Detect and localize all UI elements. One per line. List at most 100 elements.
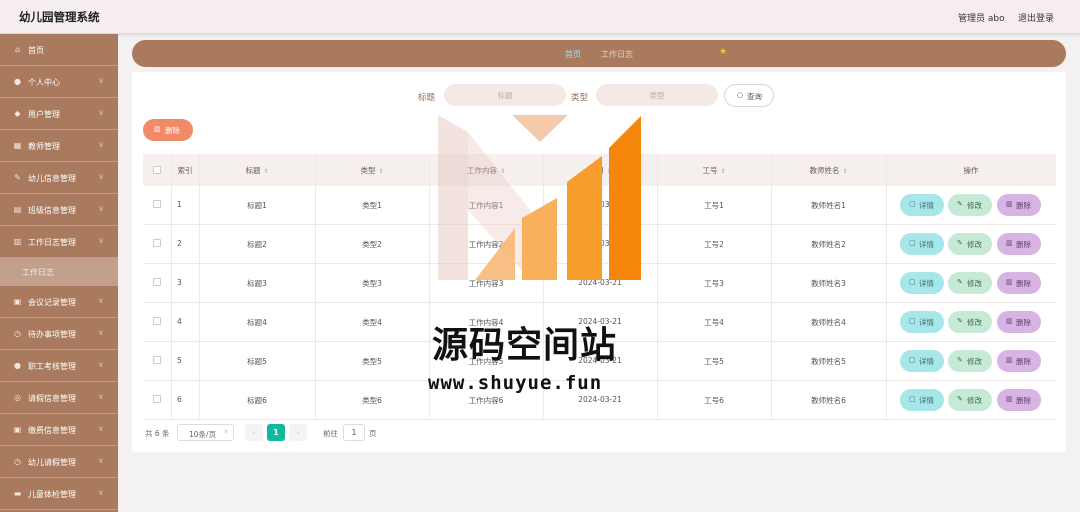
detail-button-label: 详情 (919, 396, 934, 405)
trash-icon: ▥ (1006, 200, 1013, 208)
detail-button-label: 详情 (919, 240, 934, 249)
sidebar-item[interactable]: ● 职工考核管理 ∨ (0, 350, 118, 382)
delete-button[interactable]: ▥ 删除 (997, 194, 1041, 216)
chevron-down-icon: ∨ (98, 424, 104, 433)
chevron-down-icon: ∨ (98, 360, 104, 369)
detail-button[interactable]: ▢ 详情 (900, 233, 944, 255)
delete-button[interactable]: ▥ 删除 (997, 311, 1041, 333)
table-cell-value: 教师姓名5 (811, 357, 846, 366)
sidebar-item[interactable]: ▣ 缴费信息管理 ∨ (0, 414, 118, 446)
sidebar-item[interactable]: ◷ 幼儿请假管理 ∨ (0, 446, 118, 478)
sidebar-item[interactable]: ● 个人中心 ∨ (0, 66, 118, 98)
select-all-checkbox[interactable] (153, 166, 161, 174)
search-icon: ○ (737, 91, 744, 99)
column-header[interactable]: 日期 ⇕ (543, 154, 657, 186)
table-cell-value: 教师姓名6 (811, 396, 846, 405)
search-title-input[interactable] (444, 84, 566, 106)
table-cell-value: 类型6 (362, 396, 382, 405)
edit-button[interactable]: ✎ 修改 (948, 272, 992, 294)
table-cell: 教师姓名6 (771, 381, 886, 419)
table-cell-value: 教师姓名1 (811, 201, 846, 210)
column-header-label: 工作内容 (466, 166, 497, 175)
prev-page-button[interactable]: ‹ (245, 424, 263, 441)
sidebar-subitem-active[interactable]: 工作日志 (0, 258, 118, 286)
row-checkbox[interactable] (153, 356, 161, 364)
table-cell-value: 标题3 (247, 279, 267, 288)
wallet-icon: ▣ (13, 425, 22, 434)
column-header[interactable]: 类型 ⇕ (315, 154, 429, 186)
sort-icon[interactable]: ⇕ (842, 168, 847, 175)
column-header[interactable]: 工号 ⇕ (657, 154, 771, 186)
row-checkbox[interactable] (153, 395, 161, 403)
sidebar-item[interactable]: ✎ 幼儿信息管理 ∨ (0, 162, 118, 194)
chart-icon: ▥ (13, 237, 22, 246)
table-cell-value: 标题4 (247, 318, 267, 327)
table-cell: 工号4 (657, 303, 771, 341)
edit-icon: ✎ (957, 317, 963, 325)
table-row: 1 标题1 类型1 工作内容1 2024-03-21 工号1 教师姓名1 ▢ 详情 ✎ 修改 ▥ 删除 (143, 186, 1056, 225)
table-cell: 类型6 (315, 381, 429, 419)
table-cell: 教师姓名2 (771, 225, 886, 263)
delete-button[interactable]: ▥ 删除 (997, 350, 1041, 372)
table-cell-value: 工号4 (704, 318, 724, 327)
edit-button-label: 修改 (967, 396, 982, 405)
detail-button[interactable]: ▢ 详情 (900, 311, 944, 333)
column-header[interactable]: 教师姓名 ⇕ (771, 154, 886, 186)
edit-button[interactable]: ✎ 修改 (948, 389, 992, 411)
breadcrumb-home[interactable]: 首页 (565, 49, 581, 60)
search-type-input[interactable] (596, 84, 718, 106)
sidebar-item[interactable]: ▤ 班级信息管理 ∨ (0, 194, 118, 226)
detail-button[interactable]: ▢ 详情 (900, 350, 944, 372)
column-header-label: 教师姓名 (809, 166, 840, 175)
sidebar-subitem-label: 工作日志 (22, 268, 54, 277)
delete-button-label: 删除 (1016, 201, 1031, 210)
table-cell-value: 标题1 (247, 201, 267, 210)
row-checkbox[interactable] (153, 317, 161, 325)
sort-icon[interactable]: ⇕ (606, 168, 611, 175)
edit-button-label: 修改 (967, 357, 982, 366)
next-page-button[interactable]: › (289, 424, 307, 441)
detail-icon: ▢ (909, 200, 916, 208)
detail-button[interactable]: ▢ 详情 (900, 272, 944, 294)
edit-button[interactable]: ✎ 修改 (948, 194, 992, 216)
delete-button[interactable]: ▥ 删除 (997, 389, 1041, 411)
row-checkbox[interactable] (153, 200, 161, 208)
sort-icon[interactable]: ⇕ (263, 168, 268, 175)
sidebar-item[interactable]: ◆ 用户管理 ∨ (0, 98, 118, 130)
search-button[interactable]: ○ 查询 (724, 84, 774, 107)
detail-button[interactable]: ▢ 详情 (900, 194, 944, 216)
sidebar-item[interactable]: ◷ 待办事项管理 ∨ (0, 318, 118, 350)
sidebar-item[interactable]: ▬ 儿童体检管理 ∨ (0, 478, 118, 510)
page-number-current[interactable]: 1 (267, 424, 285, 441)
goto-page-input[interactable] (343, 424, 365, 441)
column-header[interactable]: 工作内容 ⇕ (429, 154, 543, 186)
chevron-down-icon: ∨ (98, 488, 104, 497)
sort-icon[interactable]: ⇕ (720, 168, 725, 175)
sidebar-item[interactable]: ▥ 工作日志管理 ∨ (0, 226, 118, 258)
row-checkbox[interactable] (153, 239, 161, 247)
logout-link[interactable]: 退出登录 (1018, 11, 1054, 24)
edit-button-label: 修改 (967, 201, 982, 210)
home-icon: ⌂ (14, 45, 21, 54)
delete-button[interactable]: ▥ 删除 (997, 233, 1041, 255)
doc-icon: ▣ (13, 297, 22, 306)
trash-icon: ▥ (1006, 239, 1013, 247)
sidebar-item[interactable]: ▦ 教师管理 ∨ (0, 130, 118, 162)
edit-button[interactable]: ✎ 修改 (948, 311, 992, 333)
delete-button-label: 删除 (1016, 396, 1031, 405)
detail-button[interactable]: ▢ 详情 (900, 389, 944, 411)
bulk-delete-button[interactable]: ▥ 删除 (143, 119, 193, 141)
sidebar-item[interactable]: ⌂ 首页 (0, 34, 118, 66)
delete-button[interactable]: ▥ 删除 (997, 272, 1041, 294)
sort-icon[interactable]: ⇕ (378, 168, 383, 175)
sidebar-item[interactable]: ▣ 会议记录管理 ∨ (0, 286, 118, 318)
sort-icon[interactable]: ⇕ (500, 168, 505, 175)
edit-button[interactable]: ✎ 修改 (948, 233, 992, 255)
edit-button[interactable]: ✎ 修改 (948, 350, 992, 372)
column-header[interactable]: 标题 ⇕ (199, 154, 315, 186)
table-cell: 工号1 (657, 186, 771, 224)
page-size-select[interactable]: 10条/页 ∨ (177, 424, 234, 441)
row-checkbox[interactable] (153, 278, 161, 286)
globe-icon: ◎ (14, 393, 21, 402)
sidebar-item[interactable]: ◎ 请假信息管理 ∨ (0, 382, 118, 414)
